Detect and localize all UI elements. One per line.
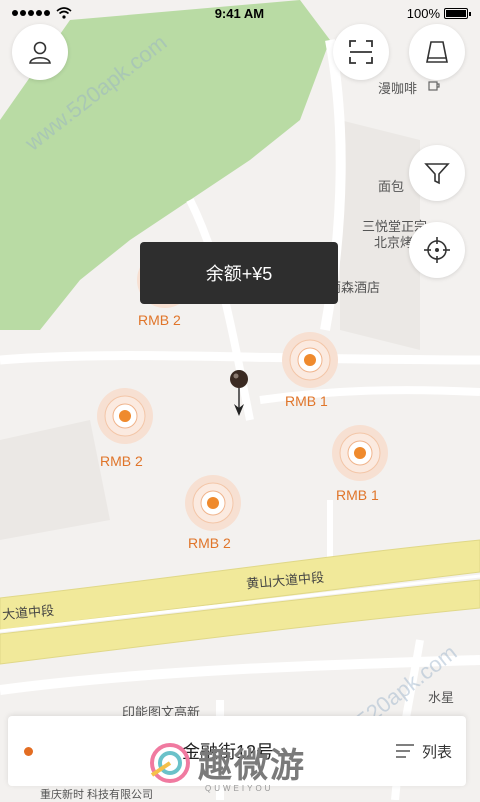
filter-icon [424, 163, 450, 185]
quweiyou-logo: 趣微游 [148, 738, 306, 787]
status-time: 9:41 AM [214, 5, 265, 21]
cafe-icon [428, 81, 440, 91]
locate-button[interactable] [409, 222, 465, 278]
logo-mark-icon [150, 742, 190, 783]
cup-icon [426, 41, 448, 63]
scan-icon [349, 40, 373, 64]
map-label-cafe: 漫咖啡 [378, 81, 418, 96]
beacon-label: RMB 2 [100, 453, 143, 469]
beacon-marker[interactable] [330, 423, 390, 483]
balance-toast: 余额+¥5 [140, 242, 338, 304]
beacon-marker[interactable] [183, 473, 243, 533]
beacon-label: RMB 2 [138, 312, 181, 328]
beacon-marker[interactable] [95, 386, 155, 446]
scan-button[interactable] [333, 24, 389, 80]
map-label-water: 水星 [428, 690, 455, 705]
filter-button[interactable] [409, 145, 465, 201]
list-icon [395, 744, 414, 758]
beacon-label: RMB 2 [188, 535, 231, 551]
crosshair-icon [424, 237, 450, 263]
map-label-poi-2: 北京烤 [374, 235, 414, 250]
status-bar: 9:41 AM 100% [0, 0, 480, 26]
location-pin-icon [230, 370, 248, 416]
beacon-marker[interactable] [280, 330, 340, 390]
wifi-icon [56, 7, 72, 19]
person-icon [29, 41, 51, 64]
map-label-bakery: 面包 [378, 179, 405, 194]
beacon-label: RMB 1 [336, 487, 379, 503]
list-button[interactable]: 列表 [395, 741, 452, 762]
battery-icon [444, 7, 471, 19]
signal-icon [12, 10, 50, 16]
location-dot-icon [24, 746, 33, 756]
cup-button[interactable] [409, 24, 465, 80]
beacon-label: RMB 1 [285, 393, 328, 409]
logo-text: 趣微游 [198, 747, 306, 785]
profile-button[interactable] [12, 24, 68, 80]
battery-percent: 100% [406, 5, 440, 21]
logo-subtitle: QUWEIYOU [205, 784, 274, 793]
list-label: 列表 [421, 743, 452, 761]
